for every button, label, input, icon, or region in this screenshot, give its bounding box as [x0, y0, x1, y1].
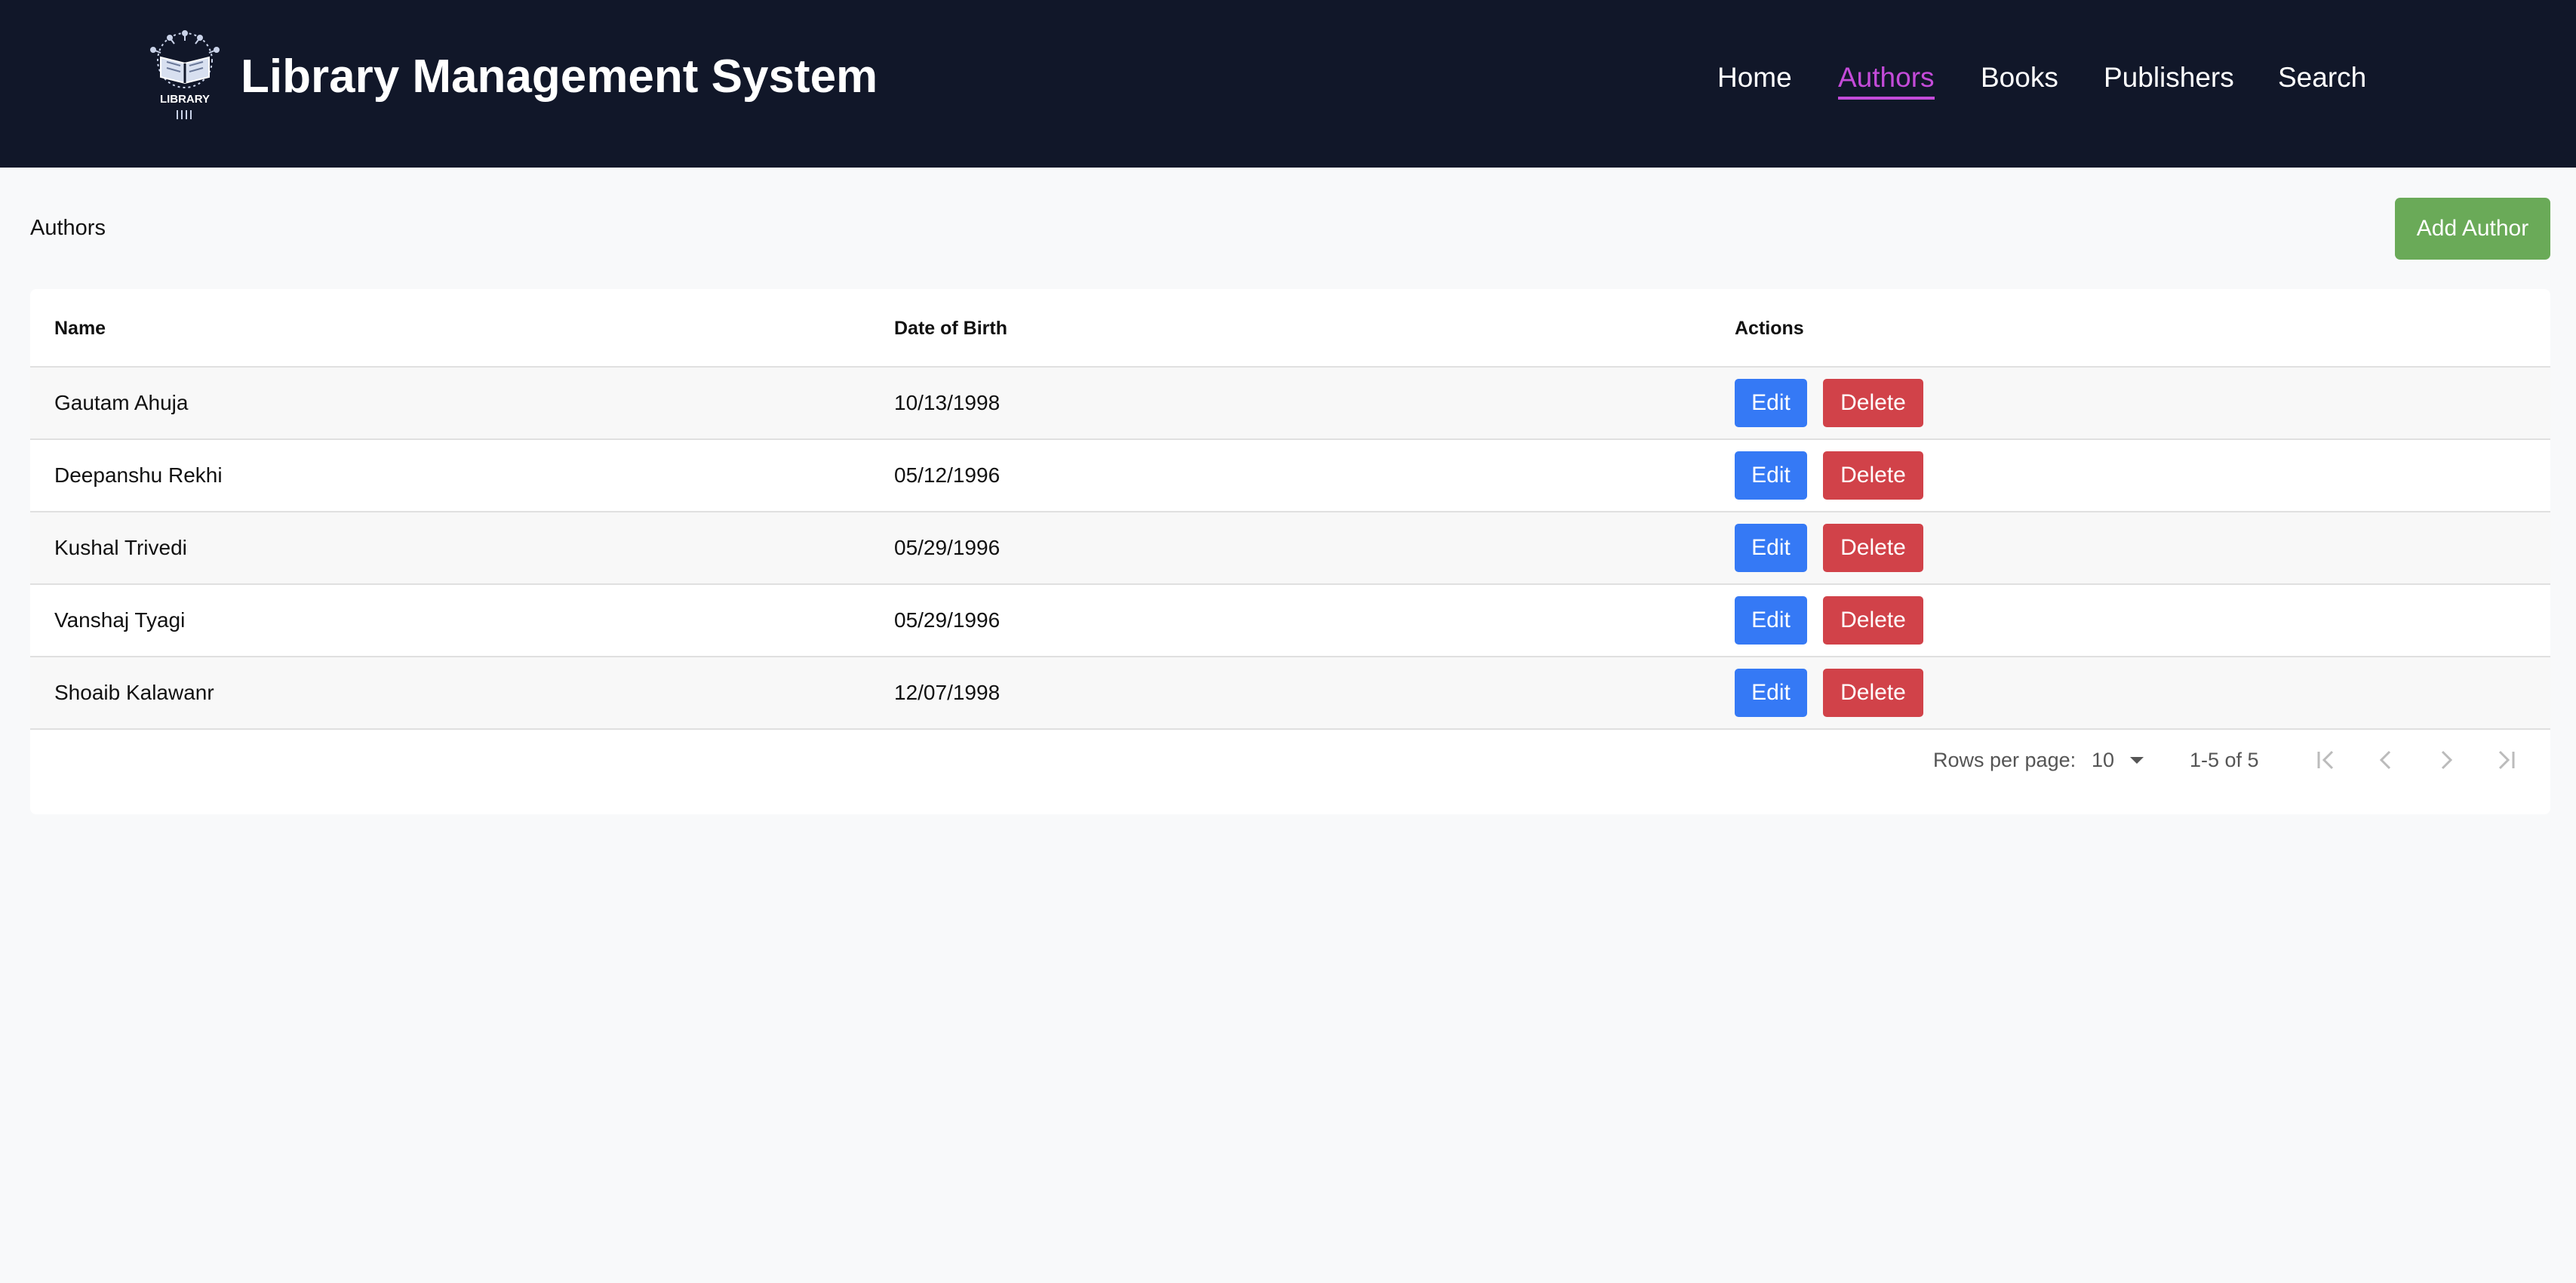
- authors-table: Name Date of Birth Actions Gautam Ahuja …: [30, 289, 2550, 814]
- column-header-name[interactable]: Name: [54, 289, 106, 368]
- app-title[interactable]: Library Management System: [241, 47, 878, 107]
- first-page-icon[interactable]: [2310, 745, 2341, 775]
- delete-button[interactable]: Delete: [1823, 596, 1923, 645]
- delete-button[interactable]: Delete: [1823, 451, 1923, 500]
- nav-search[interactable]: Search: [2278, 57, 2366, 98]
- table-row: Deepanshu Rekhi 05/12/1996 Edit Delete: [30, 440, 2550, 512]
- edit-button[interactable]: Edit: [1735, 379, 1807, 427]
- nav-authors[interactable]: Authors: [1838, 57, 1935, 100]
- author-dob: 05/12/1996: [894, 463, 1001, 487]
- library-book-icon[interactable]: LIBRARY: [144, 30, 226, 121]
- author-name: Shoaib Kalawanr: [54, 681, 214, 704]
- nav-home[interactable]: Home: [1717, 57, 1792, 98]
- edit-button[interactable]: Edit: [1735, 451, 1807, 500]
- author-dob: 05/29/1996: [894, 608, 1001, 632]
- author-dob: 10/13/1998: [894, 391, 1001, 414]
- column-header-dob[interactable]: Date of Birth: [894, 289, 1007, 368]
- rows-per-page-label: Rows per page:: [1933, 749, 2076, 771]
- delete-button[interactable]: Delete: [1823, 379, 1923, 427]
- table-row: Gautam Ahuja 10/13/1998 Edit Delete: [30, 368, 2550, 440]
- table-row: Vanshaj Tyagi 05/29/1996 Edit Delete: [30, 585, 2550, 657]
- nav-books-label: Books: [1981, 62, 2058, 93]
- nav-home-label: Home: [1717, 62, 1792, 93]
- table-row: Shoaib Kalawanr 12/07/1998 Edit Delete: [30, 657, 2550, 730]
- author-name: Vanshaj Tyagi: [54, 608, 186, 632]
- logo-text: LIBRARY: [160, 93, 210, 106]
- nav-publishers-label: Publishers: [2104, 62, 2234, 93]
- rows-per-page-select[interactable]: 10: [2092, 745, 2167, 775]
- author-name: Kushal Trivedi: [54, 536, 187, 559]
- author-dob: 12/07/1998: [894, 681, 1001, 704]
- chevron-right-icon[interactable]: [2431, 745, 2461, 775]
- last-page-icon[interactable]: [2491, 745, 2522, 775]
- author-name: Gautam Ahuja: [54, 391, 189, 414]
- rows-per-page-value: 10: [2092, 749, 2115, 771]
- page-title: Authors: [30, 216, 106, 240]
- edit-button[interactable]: Edit: [1735, 669, 1807, 717]
- add-author-button[interactable]: Add Author: [2395, 198, 2550, 260]
- nav-publishers[interactable]: Publishers: [2104, 57, 2234, 98]
- delete-button[interactable]: Delete: [1823, 524, 1923, 572]
- navbar: LIBRARY Library Management System Home A…: [0, 0, 2576, 168]
- author-name: Deepanshu Rekhi: [54, 463, 223, 487]
- table-header: Name Date of Birth Actions: [30, 289, 2550, 368]
- pagination-range: 1-5 of 5: [2190, 749, 2259, 771]
- edit-button[interactable]: Edit: [1735, 524, 1807, 572]
- chevron-left-icon[interactable]: [2371, 745, 2401, 775]
- column-header-actions: Actions: [1735, 318, 1804, 339]
- delete-button[interactable]: Delete: [1823, 669, 1923, 717]
- active-nav-underline: [1838, 97, 1935, 100]
- nav-search-label: Search: [2278, 62, 2367, 93]
- caret-down-icon: [2130, 757, 2144, 764]
- nav-books[interactable]: Books: [1981, 57, 2058, 98]
- author-dob: 05/29/1996: [894, 536, 1001, 559]
- table-row: Kushal Trivedi 05/29/1996 Edit Delete: [30, 512, 2550, 585]
- nav-authors-label: Authors: [1838, 62, 1935, 93]
- edit-button[interactable]: Edit: [1735, 596, 1807, 645]
